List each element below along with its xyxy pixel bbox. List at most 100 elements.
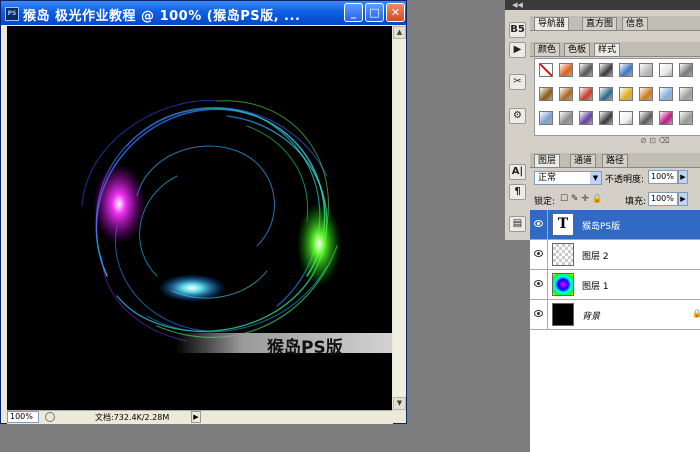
navigator-tabrow: 导航器 直方图 信息 [530,16,700,31]
maximize-button[interactable]: □ [365,3,384,22]
status-menu-arrow-icon[interactable]: ▶ [191,411,201,423]
layer-name: 猴岛PS版 [582,222,621,232]
blend-mode-select[interactable]: 正常 ▼ [534,171,602,185]
watermark-text: 猴岛PS版 [267,338,343,358]
styles-footer-icons[interactable]: ⊘ ⊡ ⌫ [640,136,670,145]
document-window[interactable]: PS 猴岛 极光作业教程 @ 100% (猴岛PS版, ... _ □ ✕ 猴岛… [0,0,407,424]
style-swatch[interactable] [639,111,653,125]
tab-styles[interactable]: 样式 [594,43,621,56]
style-swatch[interactable] [559,87,573,101]
image-canvas[interactable]: 猴岛PS版 [7,26,392,410]
lock-label: 锁定: [534,197,556,207]
eye-column-divider [547,240,548,270]
layers-tabrow: 图层 通道 路径 [530,153,700,168]
styles-tabrow: 颜色 色板 样式 [530,42,700,57]
panels-column: 导航器 直方图 信息 颜色 色板 样式 ⊘ ⊡ ⌫ 图层 通道 路径 正常 ▼ … [530,0,700,452]
layer-name: 图层 2 [582,252,609,262]
layer-row-layer2[interactable]: 图层 2 [530,240,700,270]
style-swatch[interactable] [579,63,593,77]
workspace-background [407,0,505,452]
layer-name: 图层 1 [582,282,609,292]
style-swatch[interactable] [599,87,613,101]
lock-options-icons[interactable]: ☐ ✎ ✛ 🔒 [560,194,603,204]
tab-paths[interactable]: 路径 [602,154,629,167]
style-swatch[interactable] [639,87,653,101]
style-swatch[interactable] [619,111,633,125]
style-swatch[interactable] [679,63,693,77]
style-swatch[interactable] [619,63,633,77]
scroll-up-arrow[interactable]: ▲ [393,26,406,39]
style-swatch[interactable] [539,111,553,125]
layer-name: 背景 [582,312,601,322]
layers-list: T 猴岛PS版 图层 2 图层 1 背景 🔒 [530,210,700,452]
style-swatch[interactable] [579,111,593,125]
eye-icon[interactable] [534,250,543,257]
clone-source-button[interactable]: ⚙ [509,108,526,124]
style-swatch[interactable] [579,87,593,101]
scroll-down-arrow[interactable]: ▼ [393,397,406,410]
styles-grid [534,58,700,136]
dock-collapse-handle[interactable]: ◀◀ [505,0,530,10]
lock-icon: 🔒 [692,309,700,318]
style-swatch[interactable] [659,111,673,125]
panels-top-handle[interactable] [530,0,700,10]
minimize-button[interactable]: _ [344,3,363,22]
vertical-scrollbar[interactable]: ▲ ▼ [393,26,406,410]
opacity-field[interactable]: 100% [648,170,678,184]
style-swatch[interactable] [659,87,673,101]
watermark-bar: 猴岛PS版 [175,333,392,358]
eye-icon[interactable] [534,280,543,287]
layer-row-background[interactable]: 背景 🔒 [530,300,700,330]
document-titlebar[interactable]: PS 猴岛 极光作业教程 @ 100% (猴岛PS版, ... _ □ ✕ [1,1,406,25]
style-swatch[interactable] [599,63,613,77]
chevron-down-icon[interactable]: ▼ [590,172,601,184]
zoom-field[interactable]: 100% [7,411,39,423]
layer-row-text[interactable]: T 猴岛PS版 [530,210,700,240]
paragraph-button[interactable]: ¶ [509,184,526,200]
tab-navigator[interactable]: 导航器 [534,17,570,30]
layers-controls: 正常 ▼ 不透明度: 100% ▶ 锁定: ☐ ✎ ✛ 🔒 填充: 100% ▶ [530,168,700,210]
brush-preset-button[interactable]: B5 [509,22,526,38]
transparent-layer-thumbnail [552,243,574,266]
eye-column-divider [547,300,548,330]
character-button[interactable]: A| [509,164,526,180]
style-swatch[interactable] [539,63,553,77]
panel-dock-strip: ◀◀ B5 ▶ ✂ ⚙ A| ¶ ▤ [505,0,531,240]
tab-info[interactable]: 信息 [622,17,649,30]
opacity-slider-arrow-icon[interactable]: ▶ [678,170,688,184]
actions-button[interactable]: ▶ [509,42,526,58]
style-swatch[interactable] [679,111,693,125]
status-circle-icon [45,412,55,422]
style-swatch[interactable] [559,63,573,77]
eye-icon[interactable] [534,310,543,317]
tab-histogram[interactable]: 直方图 [582,17,618,30]
document-info: 文档:732.4K/2.28M [95,413,170,422]
style-swatch[interactable] [679,87,693,101]
layer-row-layer1[interactable]: 图层 1 [530,270,700,300]
tab-layers[interactable]: 图层 [534,154,561,167]
document-title: 猴岛 极光作业教程 @ 100% (猴岛PS版, ... [23,9,301,24]
tab-swatches[interactable]: 色板 [564,43,591,56]
tab-channels[interactable]: 通道 [570,154,597,167]
style-swatch[interactable] [599,111,613,125]
eye-icon[interactable] [534,220,543,227]
style-swatch[interactable] [639,63,653,77]
layer-comps-button[interactable]: ▤ [509,216,526,232]
background-layer-thumbnail [552,303,574,326]
opacity-label: 不透明度: [605,175,645,185]
text-layer-thumbnail: T [552,213,574,236]
fill-label: 填充: [625,197,647,207]
style-swatch[interactable] [619,87,633,101]
style-swatch[interactable] [559,111,573,125]
tab-color[interactable]: 颜色 [534,43,561,56]
eye-column-divider [547,210,548,240]
photoshop-app-icon: PS [5,7,19,21]
status-bar: 100% 文档:732.4K/2.28M ▶ [7,410,393,424]
close-button[interactable]: ✕ [386,3,405,22]
fill-slider-arrow-icon[interactable]: ▶ [678,192,688,206]
fill-field[interactable]: 100% [648,192,678,206]
tool-presets-button[interactable]: ✂ [509,74,526,90]
gradient-layer-thumbnail [552,273,574,296]
style-swatch[interactable] [539,87,553,101]
style-swatch[interactable] [659,63,673,77]
